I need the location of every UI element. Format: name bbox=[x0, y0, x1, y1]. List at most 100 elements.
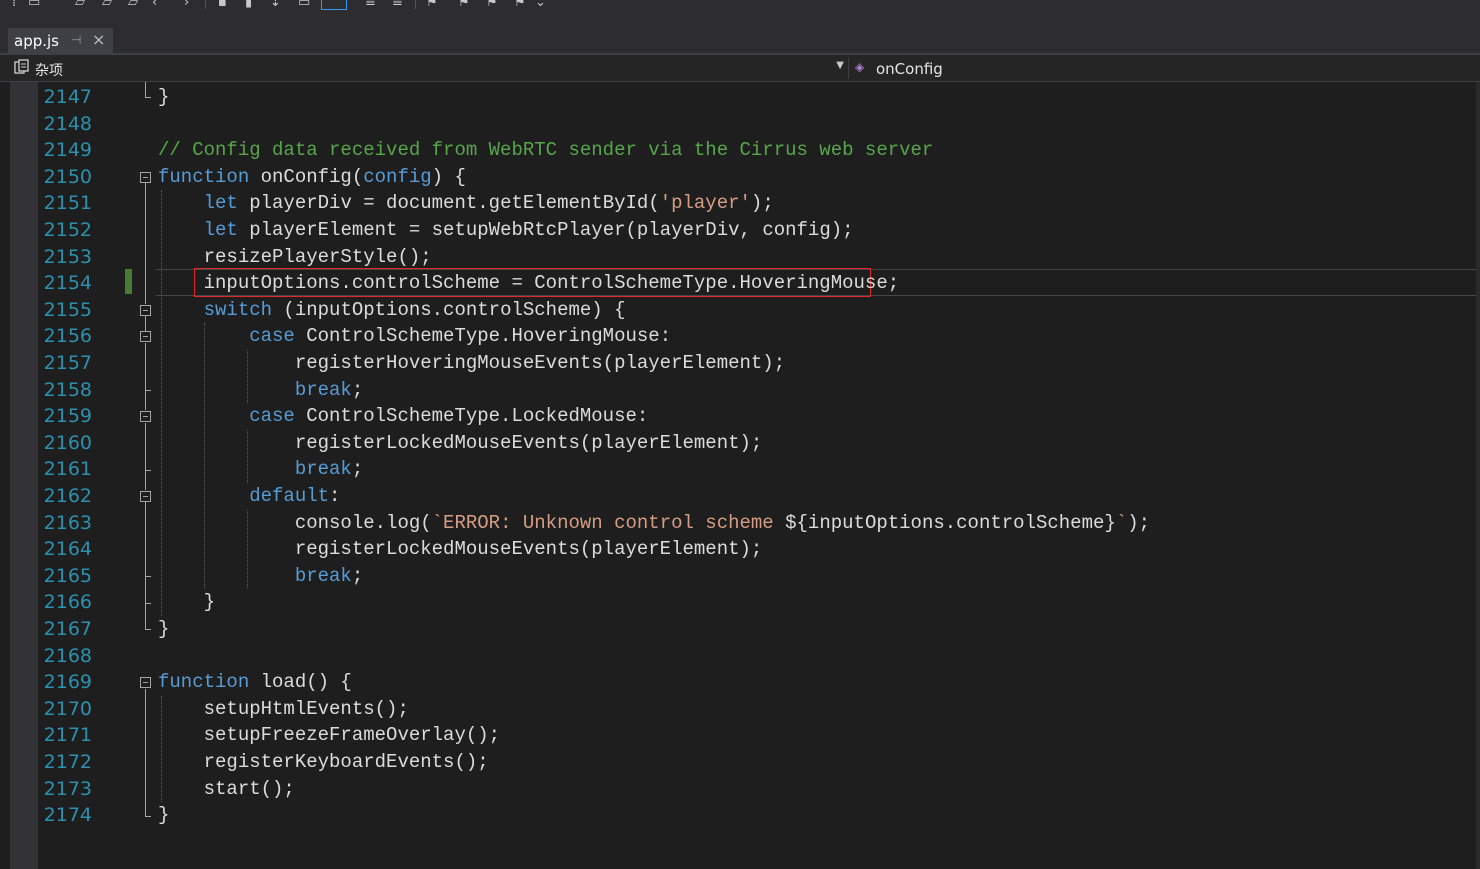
code-token: console.log( bbox=[158, 511, 432, 534]
line-number: 2160 bbox=[43, 431, 92, 454]
code-line[interactable]: break; bbox=[158, 563, 363, 590]
code-line[interactable]: } bbox=[158, 84, 169, 111]
line-number: 2151 bbox=[43, 192, 92, 215]
code-token: break bbox=[294, 564, 352, 587]
code-line[interactable]: registerHoveringMouseEvents(playerElemen… bbox=[158, 350, 785, 377]
line-number: 2161 bbox=[43, 458, 92, 481]
close-icon[interactable]: × bbox=[92, 30, 105, 49]
code-token: break bbox=[294, 458, 352, 481]
code-token: config bbox=[363, 165, 432, 188]
code-token: ; bbox=[351, 564, 364, 587]
outline-icon[interactable]: ▭ bbox=[298, 0, 310, 11]
indent-guide bbox=[247, 429, 248, 483]
line-number: 2165 bbox=[43, 564, 92, 587]
code-token: ; bbox=[351, 458, 364, 481]
toggle-selected-icon[interactable] bbox=[321, 0, 347, 10]
code-token: function bbox=[158, 671, 250, 694]
project-label: 杂项 bbox=[35, 63, 63, 79]
line-number: 2152 bbox=[43, 219, 92, 241]
collapse-icon[interactable] bbox=[140, 677, 151, 688]
code-token: ); bbox=[1127, 511, 1150, 534]
forward-icon[interactable]: › bbox=[184, 0, 189, 11]
bookmark-prev-icon[interactable]: ▱ bbox=[128, 0, 138, 11]
code-line[interactable]: case ControlSchemeType.LockedMouse: bbox=[158, 403, 648, 430]
code-line[interactable]: inputOptions.controlScheme = ControlSche… bbox=[158, 270, 900, 297]
code-token: case bbox=[249, 325, 295, 348]
layout-icon[interactable]: ▭ bbox=[28, 0, 40, 11]
step-out-icon[interactable]: ⇣ bbox=[270, 0, 281, 11]
code-token: ${inputOptions.controlScheme} bbox=[785, 511, 1116, 534]
collapse-icon[interactable] bbox=[140, 171, 151, 183]
code-line[interactable]: setupFreezeFrameOverlay(); bbox=[158, 722, 500, 749]
code-token: ` bbox=[1115, 511, 1128, 534]
code-token: playerDiv = document.getElementById( bbox=[237, 192, 660, 215]
fold-line bbox=[145, 342, 146, 411]
chevron-down-icon[interactable]: ▼ bbox=[836, 60, 844, 71]
code-line[interactable]: } bbox=[158, 616, 169, 643]
code-token: } bbox=[158, 618, 170, 640]
line-number: 2167 bbox=[43, 618, 92, 640]
collapse-icon[interactable] bbox=[140, 411, 151, 422]
code-editor[interactable]: 2147} 2148 2149 // Config data received fro… bbox=[0, 82, 1480, 869]
indent-guide bbox=[161, 190, 162, 616]
collapse-icon[interactable] bbox=[140, 331, 151, 343]
member-label: onConfig bbox=[876, 60, 943, 78]
code-line[interactable]: break; bbox=[158, 456, 363, 483]
bookmark-clear-icon[interactable]: ⚑ bbox=[514, 0, 526, 11]
code-token: ; bbox=[351, 378, 364, 401]
member-dropdown[interactable]: ◈ onConfig bbox=[852, 58, 1472, 79]
step-icon[interactable]: ▪ bbox=[218, 0, 227, 11]
line-number: 2157 bbox=[43, 352, 92, 374]
line-number: 2162 bbox=[43, 485, 92, 507]
code-line[interactable]: start(); bbox=[158, 776, 295, 803]
navigation-bar: 杂项 ▼ ◈ onConfig bbox=[0, 55, 1480, 82]
code-line[interactable]: setupHtmlEvents(); bbox=[158, 696, 409, 723]
bookmark-next-icon[interactable]: ⚑ bbox=[458, 0, 470, 11]
comment-icon[interactable]: ▱ bbox=[75, 0, 85, 11]
step-over-icon[interactable]: ▮ bbox=[245, 0, 252, 11]
fold-end-marker bbox=[145, 389, 151, 391]
collapse-icon[interactable] bbox=[140, 490, 151, 502]
code-token: setupHtmlEvents(); bbox=[158, 697, 409, 720]
uncomment-icon[interactable]: ▱ bbox=[102, 0, 112, 11]
code-line[interactable]: default: bbox=[158, 483, 340, 510]
code-line[interactable]: // Config data received from WebRTC send… bbox=[158, 137, 933, 164]
code-line[interactable]: } bbox=[158, 589, 215, 616]
bookmark-prev2-icon[interactable]: ⚑ bbox=[486, 0, 498, 11]
line-number: 2166 bbox=[43, 591, 92, 614]
code-line[interactable]: function onConfig(config) { bbox=[158, 164, 466, 191]
code-line[interactable]: let playerElement = setupWebRtcPlayer(pl… bbox=[158, 217, 854, 244]
code-token: ); bbox=[750, 192, 774, 215]
code-line[interactable]: registerLockedMouseEvents(playerElement)… bbox=[158, 430, 763, 457]
code-line[interactable]: let playerDiv = document.getElementById(… bbox=[158, 190, 774, 217]
code-line[interactable]: } bbox=[158, 802, 169, 829]
tab-app-js[interactable]: app.js ⊣ × bbox=[8, 28, 113, 54]
code-line[interactable]: resizePlayerStyle(); bbox=[158, 244, 432, 271]
code-line[interactable]: console.log(`ERROR: Unknown control sche… bbox=[158, 510, 1150, 537]
code-line[interactable]: function load() { bbox=[158, 669, 352, 696]
back-icon[interactable]: ‹ bbox=[152, 0, 157, 11]
fold-line bbox=[145, 502, 146, 630]
project-dropdown[interactable]: 杂项 ▼ bbox=[10, 58, 846, 79]
outdent-icon[interactable]: ≡ bbox=[392, 0, 403, 11]
collapse-icon[interactable] bbox=[140, 304, 151, 316]
code-line[interactable]: registerLockedMouseEvents(playerElement)… bbox=[158, 536, 763, 563]
toolbar-separator bbox=[415, 0, 416, 9]
indent-icon[interactable]: ≡ bbox=[365, 0, 376, 11]
code-token: switch bbox=[203, 298, 273, 321]
code-token: break bbox=[294, 378, 352, 401]
line-number: 2154 bbox=[43, 272, 92, 295]
toolbar-overflow-icon[interactable]: ⌄ bbox=[535, 0, 546, 11]
vertical-scrollbar[interactable] bbox=[1476, 82, 1480, 869]
code-line[interactable]: switch (inputOptions.controlScheme) { bbox=[158, 297, 626, 324]
code-line[interactable]: registerKeyboardEvents(); bbox=[158, 749, 489, 776]
code-line[interactable]: case ControlSchemeType.HoveringMouse: bbox=[158, 323, 671, 350]
code-line[interactable]: break; bbox=[158, 377, 363, 404]
bookmark-icon[interactable]: ⚑ bbox=[426, 0, 438, 11]
pin-icon[interactable]: ⊣ bbox=[71, 33, 81, 47]
code-token: let bbox=[203, 219, 238, 241]
line-number: 2156 bbox=[43, 325, 92, 348]
line-number: 2153 bbox=[43, 245, 92, 268]
fold-end-marker bbox=[145, 602, 151, 604]
